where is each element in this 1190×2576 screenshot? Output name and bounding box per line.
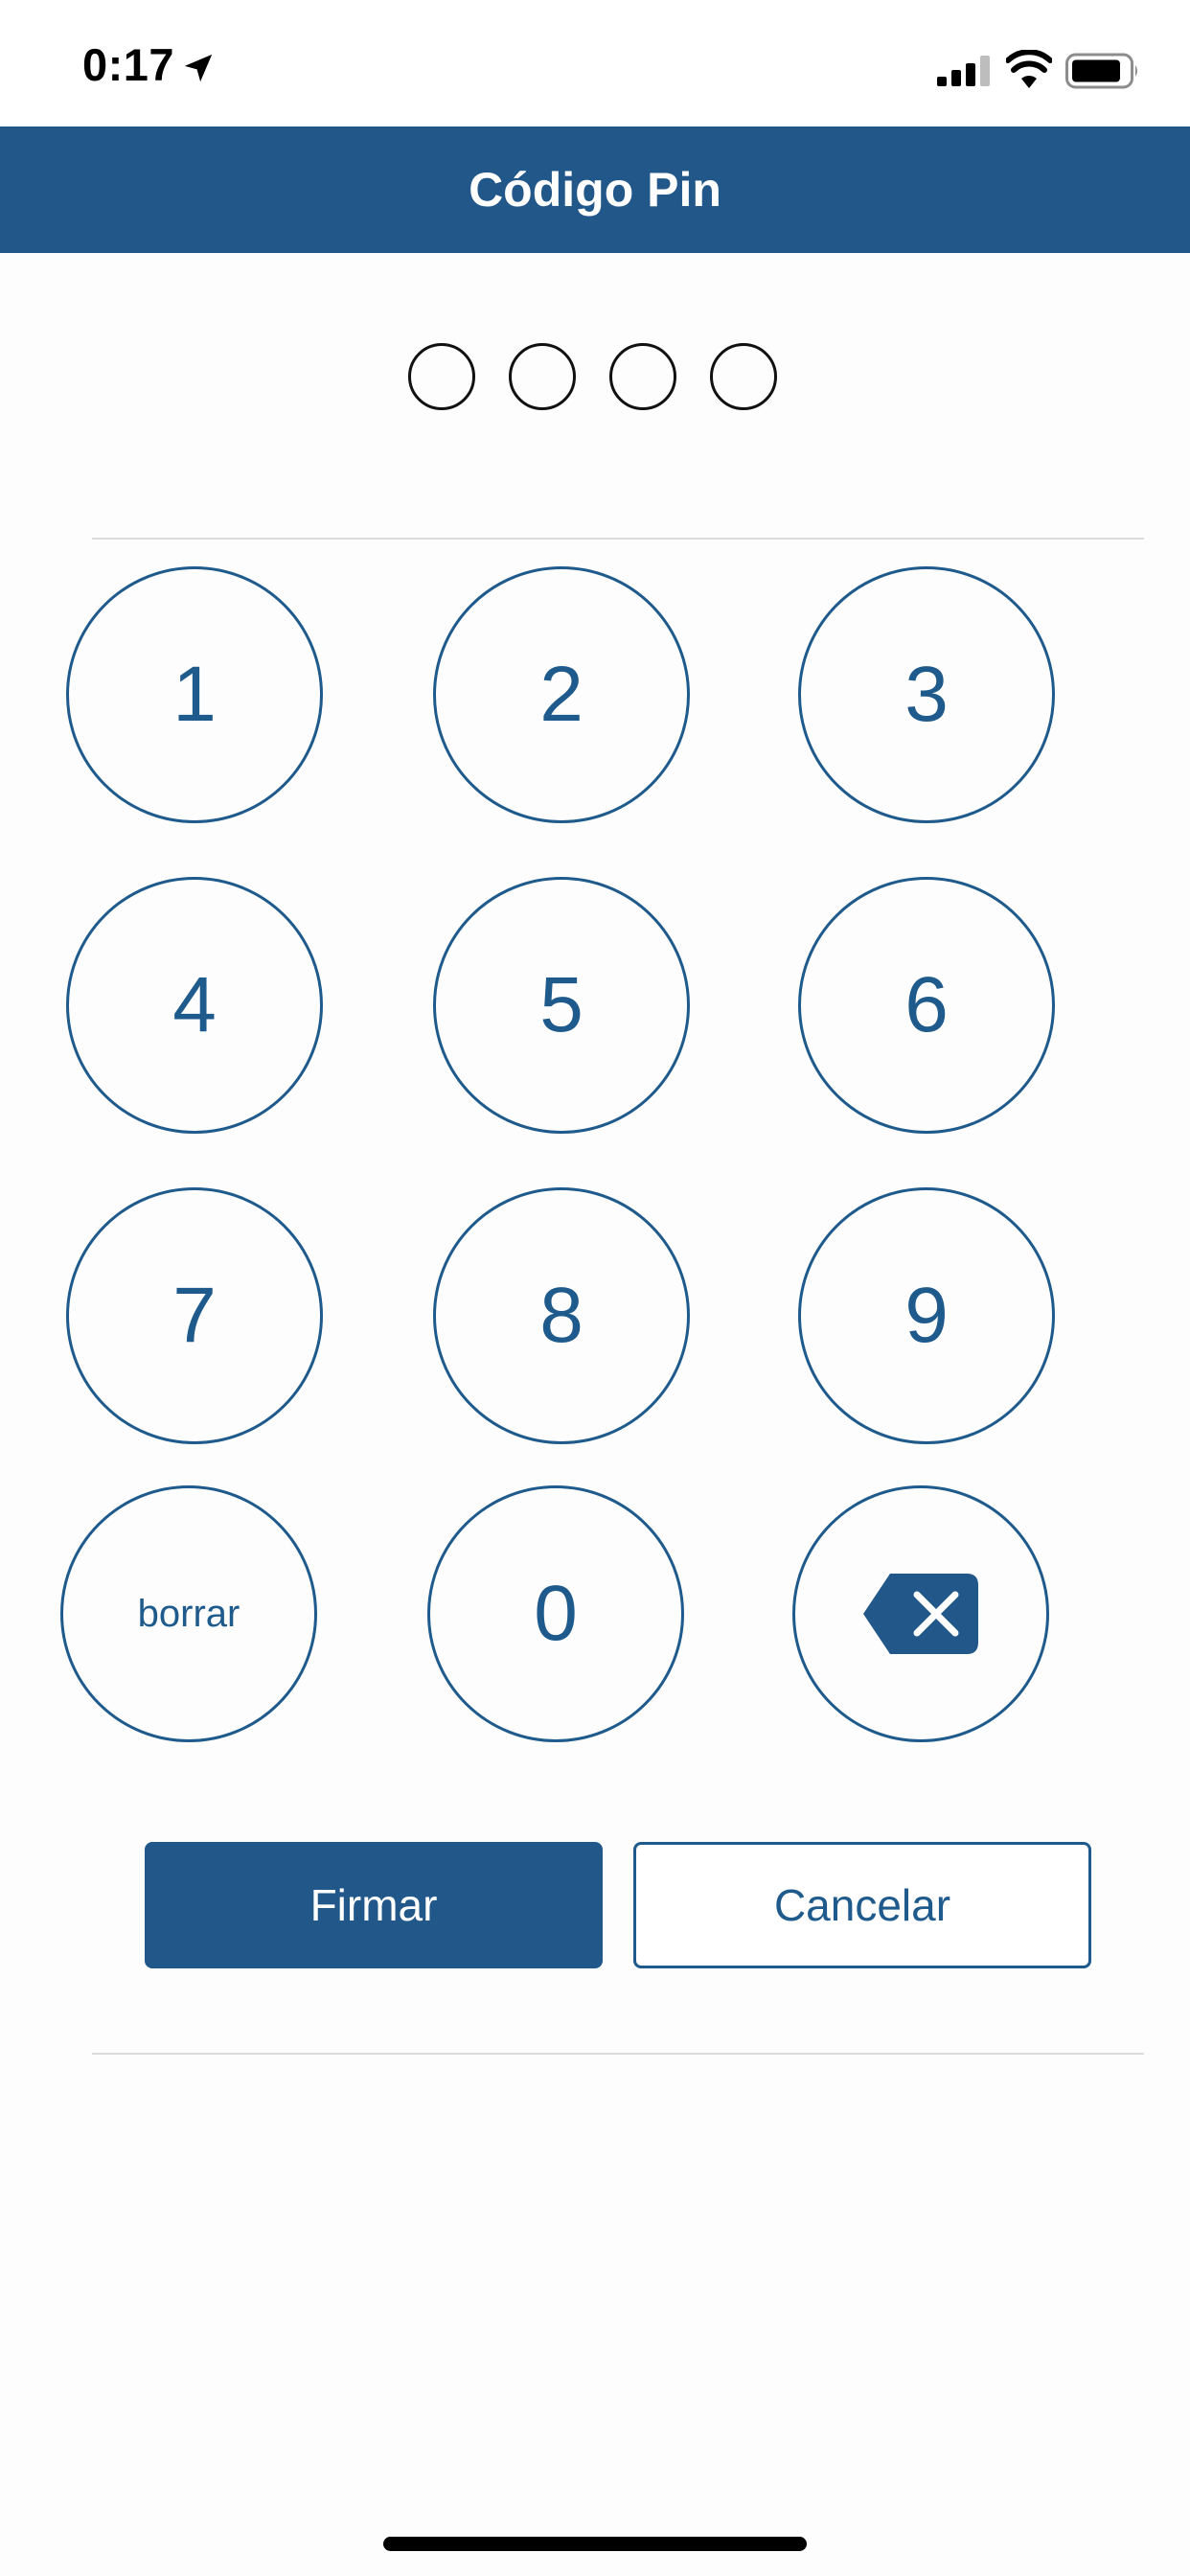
- key-9[interactable]: 9: [798, 1187, 1055, 1444]
- key-7[interactable]: 7: [66, 1187, 323, 1444]
- wifi-icon: [1006, 50, 1052, 88]
- app-header: Código Pin: [0, 126, 1190, 253]
- status-time: 0:17: [82, 39, 175, 90]
- pin-dot: [710, 343, 777, 410]
- backspace-button[interactable]: [792, 1485, 1049, 1742]
- key-1[interactable]: 1: [66, 566, 323, 823]
- battery-icon: [1065, 53, 1137, 89]
- status-bar: 0:17: [0, 0, 1190, 126]
- pin-dot: [609, 343, 676, 410]
- pin-dot: [509, 343, 576, 410]
- key-5[interactable]: 5: [433, 877, 690, 1134]
- key-2[interactable]: 2: [433, 566, 690, 823]
- key-6[interactable]: 6: [798, 877, 1055, 1134]
- divider-bottom: [92, 2053, 1144, 2055]
- cellular-signal-icon: [937, 56, 990, 86]
- sign-button[interactable]: Firmar: [145, 1842, 603, 1968]
- home-indicator[interactable]: [383, 2537, 807, 2551]
- cancel-button[interactable]: Cancelar: [633, 1842, 1091, 1968]
- clear-button[interactable]: borrar: [60, 1485, 317, 1742]
- page-title: Código Pin: [469, 163, 721, 217]
- key-3[interactable]: 3: [798, 566, 1055, 823]
- location-arrow-icon: [184, 54, 213, 82]
- key-4[interactable]: 4: [66, 877, 323, 1134]
- key-0[interactable]: 0: [427, 1485, 684, 1742]
- pin-indicator: [0, 343, 1190, 412]
- backspace-icon: [863, 1574, 978, 1654]
- pin-dot: [408, 343, 475, 410]
- key-8[interactable]: 8: [433, 1187, 690, 1444]
- divider-top: [92, 538, 1144, 540]
